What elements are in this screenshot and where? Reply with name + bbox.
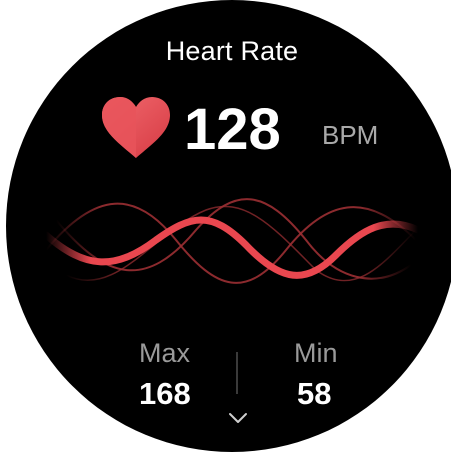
max-value: 168 [139, 376, 191, 411]
wave-primary [42, 216, 422, 279]
heart-icon [102, 97, 170, 158]
wave-secondary-1 [45, 202, 417, 284]
watch-screen: Heart Rate 128 BPM Max 168 Min 58 [6, 0, 451, 452]
min-label: Min [294, 338, 338, 368]
heart-rate-wave [42, 198, 422, 284]
chevron-down-icon[interactable] [228, 412, 248, 424]
max-label: Max [139, 338, 191, 368]
heart-rate-unit: BPM [322, 120, 379, 150]
stats-divider [236, 352, 238, 394]
page-title: Heart Rate [165, 36, 299, 66]
heart-rate-value: 128 [184, 97, 281, 162]
min-value: 58 [297, 376, 332, 411]
